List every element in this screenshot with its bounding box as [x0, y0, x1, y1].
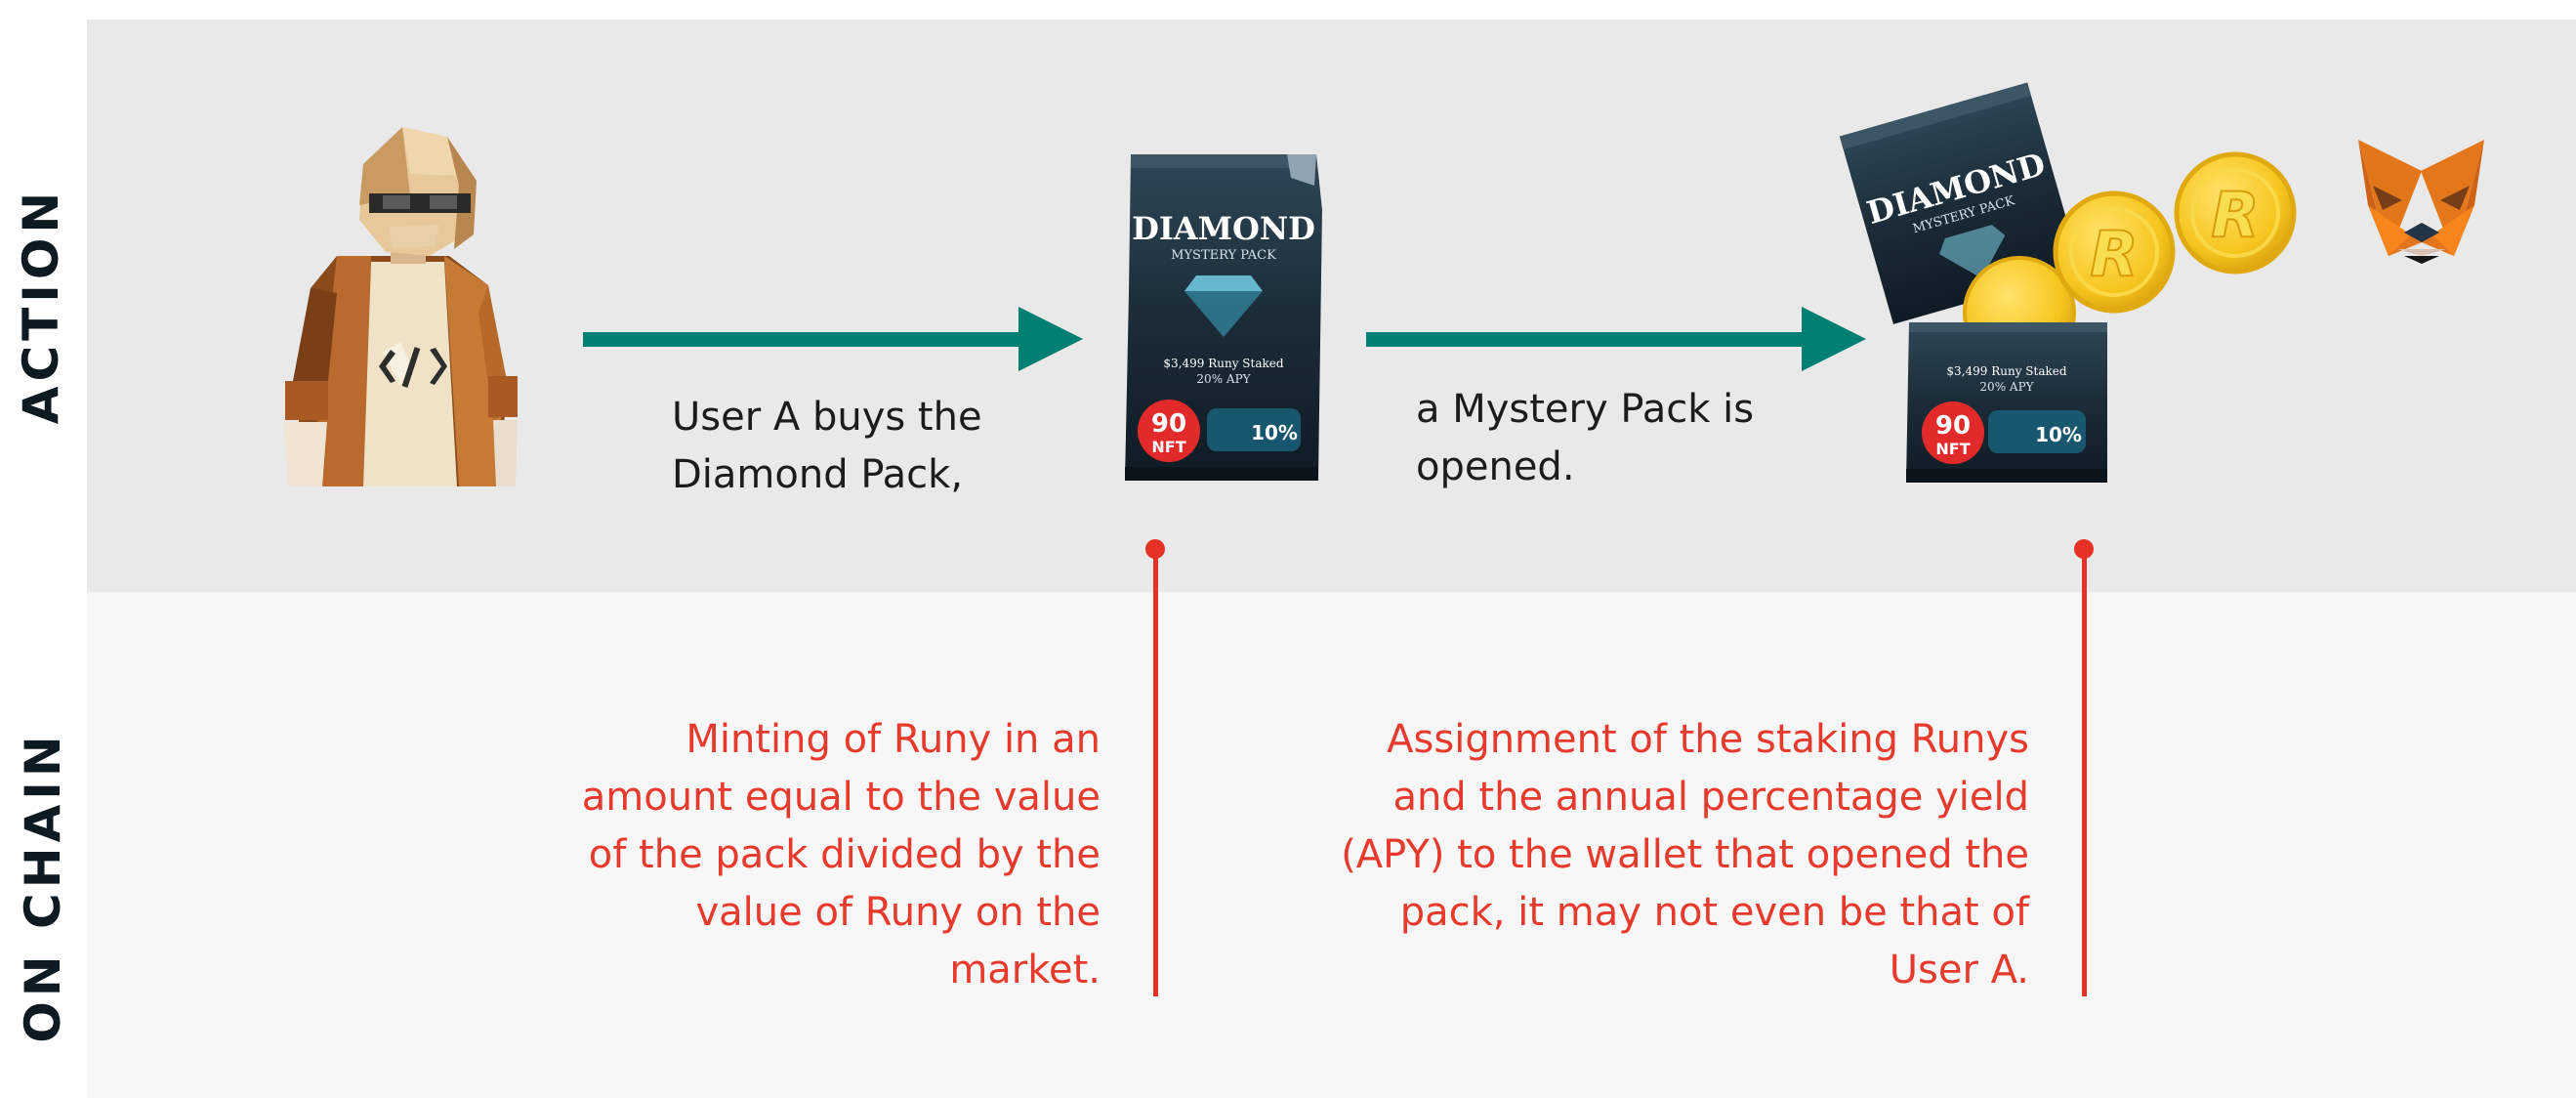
svg-text:R: R — [2090, 219, 2138, 291]
assignment-description: Assignment of the staking Runys and the … — [1341, 717, 2029, 992]
diagram-art: DIAMOND MYSTERY PACK $3,499 Runy Staked … — [283, 82, 2484, 996]
metamask-fox-icon — [2358, 140, 2484, 264]
svg-text:90: 90 — [1151, 409, 1186, 439]
connector-assignment — [2074, 539, 2094, 996]
arrow-buy — [583, 307, 1083, 371]
svg-text:20% APY: 20% APY — [1196, 372, 1251, 386]
arrow-open — [1366, 307, 1866, 371]
minting-description: Minting of Runy in an amount equal to th… — [581, 717, 1101, 992]
svg-text:R: R — [2211, 180, 2259, 252]
svg-text:10%: 10% — [2035, 423, 2082, 446]
svg-text:MYSTERY PACK: MYSTERY PACK — [1171, 248, 1276, 263]
user-avatar-icon — [283, 127, 518, 486]
svg-text:$3,499 Runy Staked: $3,499 Runy Staked — [1946, 364, 2066, 378]
buy-caption: User A buys the Diamond Pack, — [672, 395, 982, 497]
open-caption: a Mystery Pack is opened. — [1416, 387, 1755, 489]
svg-text:20% APY: 20% APY — [1979, 380, 2034, 394]
svg-text:10%: 10% — [1251, 421, 1298, 444]
svg-text:NFT: NFT — [1935, 440, 1970, 458]
diamond-pack-icon: DIAMOND MYSTERY PACK $3,499 Runy Staked … — [1125, 154, 1322, 481]
svg-text:DIAMOND: DIAMOND — [1132, 210, 1315, 247]
runy-coin-icon: R R — [2053, 151, 2297, 314]
connector-minting — [1145, 539, 1165, 996]
svg-text:$3,499 Runy Staked: $3,499 Runy Staked — [1163, 357, 1283, 370]
svg-text:90: 90 — [1935, 411, 1971, 441]
svg-text:NFT: NFT — [1151, 438, 1185, 456]
